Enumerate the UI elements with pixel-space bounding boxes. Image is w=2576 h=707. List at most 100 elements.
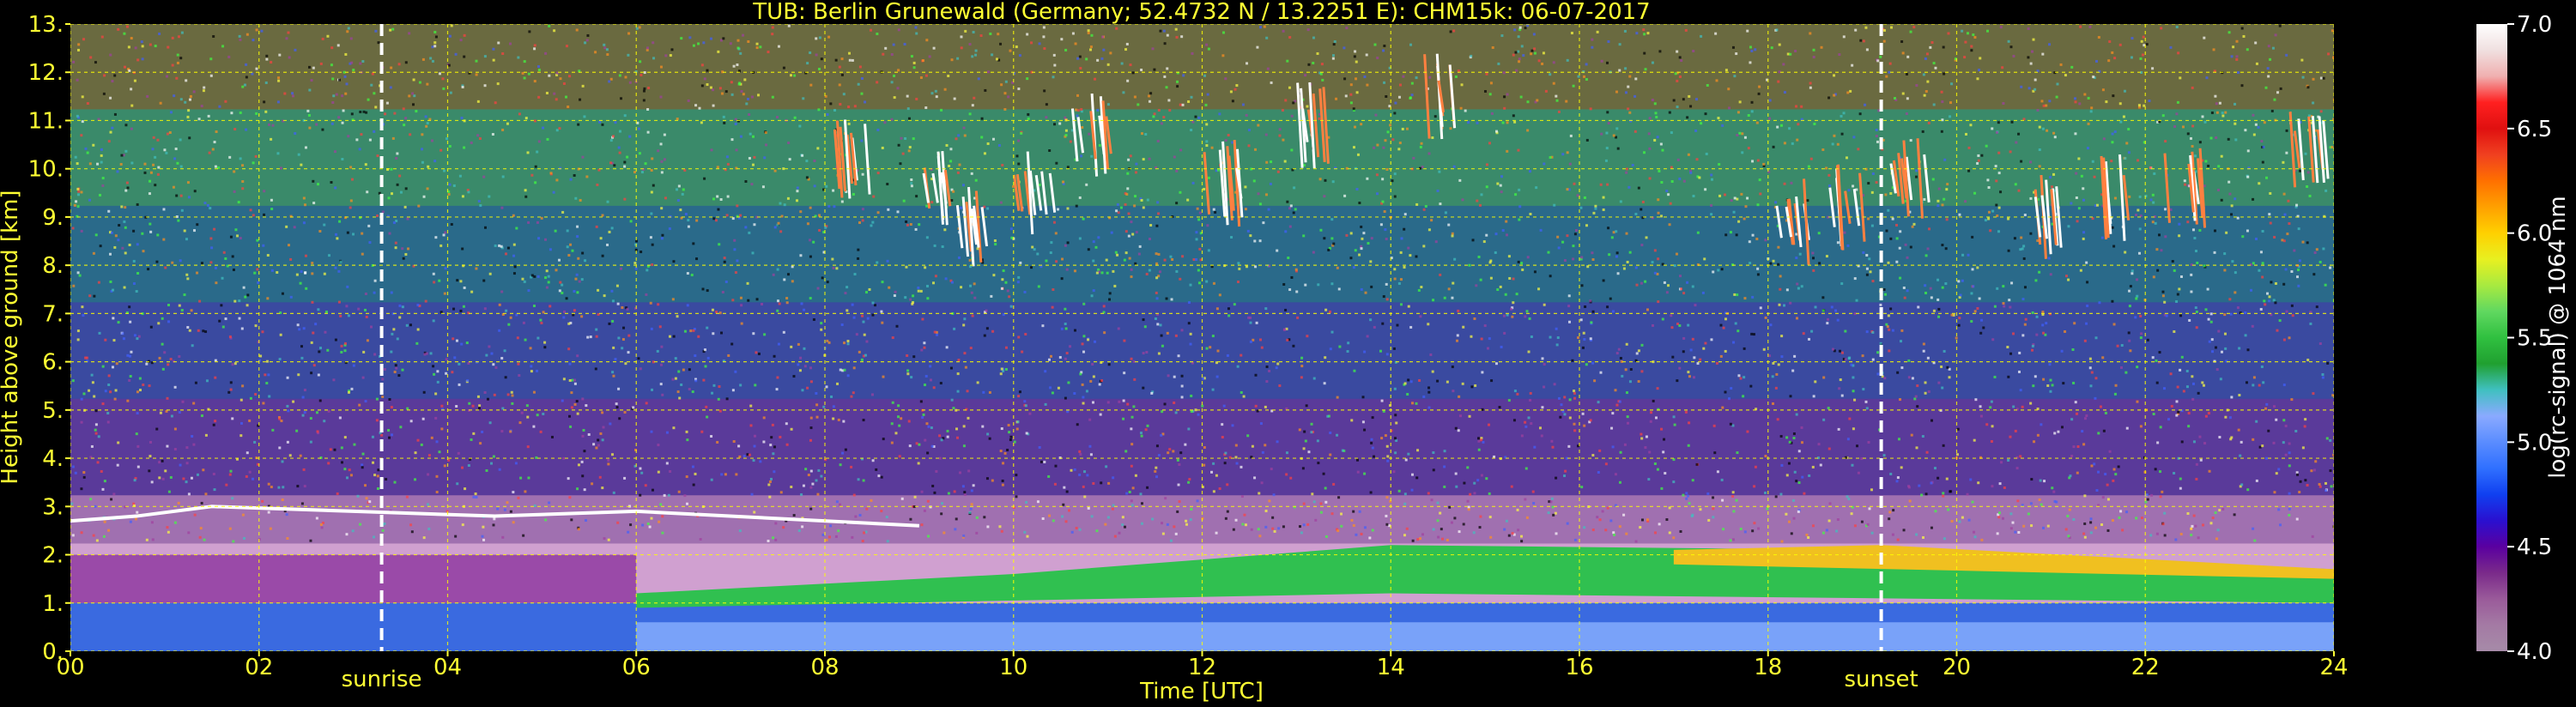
noise-speck bbox=[1666, 284, 1670, 287]
noise-speck bbox=[1618, 400, 1621, 403]
noise-speck bbox=[1053, 63, 1057, 67]
noise-speck bbox=[807, 474, 810, 477]
noise-speck bbox=[132, 259, 136, 263]
noise-speck bbox=[1774, 495, 1778, 499]
noise-speck bbox=[1987, 186, 1991, 190]
noise-speck bbox=[1270, 81, 1273, 84]
noise-speck bbox=[826, 339, 829, 342]
noise-speck bbox=[136, 272, 140, 275]
noise-speck bbox=[861, 172, 864, 176]
noise-speck bbox=[352, 69, 355, 72]
noise-speck bbox=[461, 523, 464, 527]
noise-speck bbox=[1079, 452, 1082, 456]
noise-speck bbox=[2220, 154, 2223, 158]
noise-speck bbox=[802, 97, 805, 100]
noise-speck bbox=[1842, 112, 1846, 115]
noise-speck bbox=[1319, 502, 1323, 505]
noise-speck bbox=[609, 422, 612, 426]
noise-speck bbox=[1979, 331, 1983, 335]
noise-speck bbox=[1162, 116, 1166, 119]
noise-speck bbox=[972, 484, 975, 487]
noise-speck bbox=[445, 372, 448, 375]
noise-speck bbox=[1284, 99, 1288, 102]
noise-speck bbox=[1094, 77, 1097, 81]
noise-speck bbox=[1277, 527, 1281, 530]
noise-speck bbox=[1533, 270, 1537, 274]
noise-speck bbox=[1840, 351, 1844, 354]
noise-speck bbox=[2265, 402, 2269, 406]
noise-speck bbox=[1577, 75, 1580, 78]
noise-speck bbox=[1170, 298, 1173, 301]
noise-speck bbox=[2227, 31, 2231, 34]
noise-speck bbox=[1549, 335, 1552, 339]
noise-speck bbox=[1712, 516, 1715, 519]
noise-speck bbox=[100, 160, 103, 164]
noise-speck bbox=[1043, 89, 1046, 93]
noise-speck bbox=[385, 101, 389, 105]
noise-speck bbox=[504, 376, 507, 379]
noise-speck bbox=[545, 91, 549, 94]
noise-speck bbox=[1006, 289, 1009, 293]
noise-speck bbox=[1212, 208, 1215, 211]
noise-speck bbox=[2083, 93, 2087, 96]
noise-speck bbox=[1537, 59, 1541, 63]
noise-speck bbox=[167, 530, 170, 534]
noise-speck bbox=[482, 525, 485, 529]
noise-speck bbox=[1653, 271, 1657, 275]
noise-speck bbox=[2013, 237, 2016, 240]
noise-speck bbox=[2064, 329, 2067, 333]
noise-speck bbox=[1821, 531, 1825, 535]
noise-speck bbox=[1106, 516, 1110, 519]
noise-speck bbox=[1243, 513, 1246, 517]
noise-speck bbox=[1754, 48, 1757, 51]
noise-speck bbox=[1668, 111, 1671, 114]
noise-speck bbox=[1648, 117, 1652, 120]
noise-speck bbox=[171, 36, 174, 39]
noise-speck bbox=[1541, 62, 1544, 65]
noise-speck bbox=[961, 485, 965, 488]
noise-speck bbox=[391, 136, 395, 140]
noise-speck bbox=[227, 55, 231, 58]
noise-speck bbox=[1520, 540, 1524, 543]
noise-speck bbox=[638, 26, 641, 29]
noise-speck bbox=[1996, 532, 1999, 535]
noise-speck bbox=[338, 78, 342, 82]
noise-speck bbox=[868, 287, 871, 291]
noise-speck bbox=[71, 227, 75, 230]
noise-speck bbox=[686, 304, 689, 307]
noise-speck bbox=[2117, 465, 2120, 468]
noise-speck bbox=[1512, 114, 1515, 118]
noise-speck bbox=[2179, 368, 2182, 372]
noise-speck bbox=[739, 214, 742, 217]
noise-speck bbox=[1023, 530, 1027, 534]
noise-speck bbox=[173, 94, 176, 98]
noise-speck bbox=[1018, 54, 1021, 57]
noise-speck bbox=[319, 62, 323, 65]
noise-speck bbox=[1478, 526, 1482, 529]
noise-speck bbox=[1581, 346, 1585, 349]
noise-speck bbox=[1621, 374, 1624, 378]
noise-speck bbox=[1120, 62, 1124, 65]
noise-speck bbox=[806, 222, 809, 226]
noise-speck bbox=[1609, 297, 1612, 300]
noise-speck bbox=[2099, 405, 2102, 408]
noise-speck bbox=[924, 374, 928, 378]
noise-speck bbox=[1126, 187, 1130, 190]
noise-speck bbox=[435, 490, 439, 493]
noise-speck bbox=[1518, 57, 1521, 61]
noise-speck bbox=[577, 528, 580, 531]
noise-speck bbox=[1458, 178, 1462, 182]
noise-speck bbox=[1871, 358, 1875, 361]
noise-speck bbox=[1901, 92, 1905, 95]
noise-speck bbox=[1642, 28, 1646, 32]
noise-speck bbox=[1724, 69, 1728, 72]
noise-speck bbox=[2155, 359, 2158, 362]
noise-speck bbox=[445, 137, 449, 141]
noise-speck bbox=[783, 203, 786, 207]
noise-speck bbox=[1246, 434, 1250, 438]
noise-speck bbox=[1801, 475, 1804, 479]
noise-speck bbox=[1489, 82, 1493, 85]
noise-speck bbox=[1653, 531, 1657, 535]
noise-speck bbox=[2215, 368, 2219, 372]
noise-speck bbox=[1679, 529, 1682, 533]
